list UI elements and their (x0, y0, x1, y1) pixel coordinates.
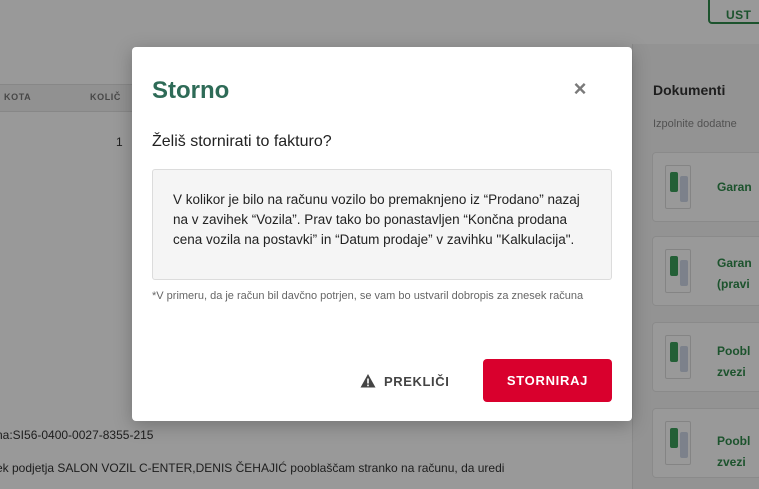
cancel-button-label: PREKLIČI (384, 373, 450, 389)
dialog-note: *V primeru, da je račun bil davčno potrj… (152, 290, 584, 302)
dialog-title: Storno (152, 77, 230, 104)
warning-icon (360, 374, 376, 388)
cancel-button[interactable]: PREKLIČI (360, 369, 452, 393)
info-box: V kolikor je bilo na računu vozilo bo pr… (152, 169, 612, 280)
confirm-storno-button[interactable]: STORNIRAJ (483, 359, 612, 402)
dialog-question: Želiš stornirati to fakturo? (152, 133, 332, 150)
storno-dialog: Storno × Želiš stornirati to fakturo? V … (132, 47, 632, 421)
close-icon[interactable]: × (568, 77, 592, 101)
info-text: V kolikor je bilo na računu vozilo bo pr… (173, 192, 580, 247)
